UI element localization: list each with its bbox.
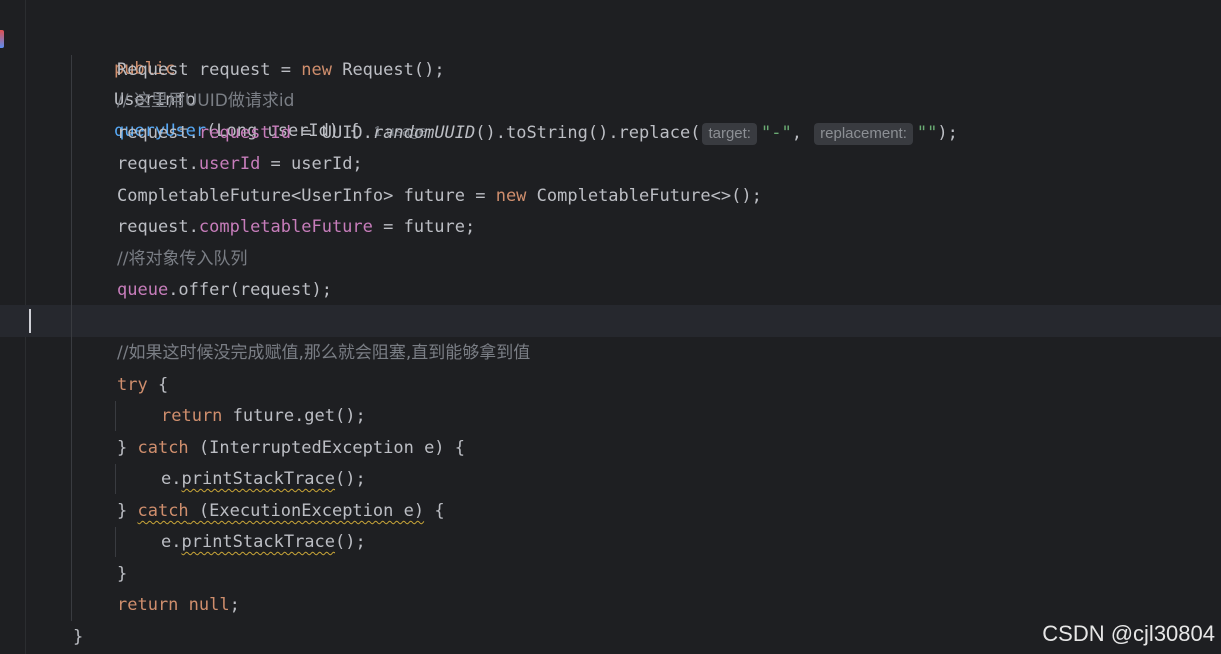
- closing-brace[interactable]: }: [73, 622, 83, 653]
- indent-guide: [71, 55, 72, 621]
- code-text: }: [117, 501, 138, 521]
- keyword-catch: catch: [137, 438, 189, 458]
- code-text: Request();: [342, 60, 445, 80]
- keyword-return: return: [161, 406, 223, 426]
- keyword-new: new: [495, 186, 527, 206]
- code-line[interactable]: request.requestId = UUID.randomUUID().to…: [117, 118, 958, 149]
- code-text: CompletableFuture<UserInfo> future =: [117, 186, 496, 206]
- code-line[interactable]: } catch (InterruptedException e) {: [117, 433, 465, 464]
- code-editor[interactable]: public UserInfo queryUser(Long userId) {…: [0, 0, 1221, 654]
- code-line[interactable]: } catch (ExecutionException e) {: [117, 496, 445, 527]
- field-user-id: userId: [198, 154, 261, 174]
- keyword-try: try: [117, 375, 148, 395]
- code-line[interactable]: CompletableFuture<UserInfo> future = new…: [117, 181, 762, 212]
- parameter-hint-replacement: replacement:: [814, 123, 913, 145]
- code-line[interactable]: request.userId = userId;: [117, 149, 363, 180]
- code-comment[interactable]: //如果这时候没完成赋值,那么就会阻塞,直到能够拿到值: [117, 338, 530, 369]
- code-text: e.: [161, 469, 182, 489]
- watermark-text: CSDN @cjl30804: [1042, 621, 1215, 646]
- field-queue: queue: [117, 280, 169, 300]
- code-line[interactable]: e.printStackTrace();: [161, 464, 366, 495]
- indent-guide: [115, 464, 116, 494]
- warning-print-stack-trace[interactable]: printStackTrace: [181, 532, 335, 552]
- static-method-call: randomUUID: [372, 123, 476, 143]
- code-text: ().toString().replace(: [475, 123, 701, 143]
- code-line[interactable]: return null;: [117, 590, 240, 621]
- code-text: Request request =: [117, 60, 302, 80]
- code-text: request.: [117, 217, 199, 237]
- string-literal: "": [916, 123, 938, 143]
- code-text: }: [117, 438, 138, 458]
- current-line-highlight: [0, 305, 1221, 337]
- override-gutter-icon[interactable]: [0, 30, 4, 48]
- code-comment[interactable]: //将对象传入队列: [117, 244, 247, 275]
- code-text: ;: [229, 595, 240, 615]
- code-text: ,: [791, 123, 813, 143]
- keyword-catch: catch: [137, 501, 189, 521]
- code-text: {: [147, 375, 169, 395]
- field-request-id: requestId: [198, 123, 292, 143]
- keyword-new: new: [301, 60, 332, 80]
- code-line-method-signature[interactable]: public UserInfo queryUser(Long userId) {…: [73, 23, 427, 141]
- code-comment[interactable]: // 这里用UUID做请求id: [117, 86, 294, 117]
- code-text: );: [937, 123, 958, 143]
- parameter-hint-target: target:: [702, 123, 757, 145]
- keyword-return: return: [117, 595, 179, 615]
- code-text: (InterruptedException e) {: [188, 438, 466, 458]
- code-text: e.: [161, 532, 182, 552]
- string-literal: "-": [760, 123, 792, 143]
- code-line[interactable]: try {: [117, 370, 168, 401]
- code-text: (ExecutionException e): [188, 501, 425, 521]
- closing-brace[interactable]: }: [117, 559, 127, 590]
- code-text: = future;: [372, 217, 476, 237]
- code-text: = userId;: [260, 154, 363, 174]
- keyword-null: null: [188, 595, 230, 615]
- code-line[interactable]: return future.get();: [161, 401, 366, 432]
- code-line[interactable]: queue.offer(request);: [117, 275, 332, 306]
- code-text: request.: [117, 123, 199, 143]
- indent-guide: [115, 401, 116, 431]
- code-text: future.get();: [222, 406, 366, 426]
- code-line[interactable]: Request request = new Request();: [117, 55, 445, 86]
- indent-guide: [115, 527, 116, 557]
- code-text: = UUID.: [291, 123, 373, 143]
- code-text: CompletableFuture<>();: [526, 186, 762, 206]
- warning-catch-clause[interactable]: catch (ExecutionException e): [137, 501, 424, 521]
- code-text: {: [424, 501, 445, 521]
- code-line[interactable]: e.printStackTrace();: [161, 527, 366, 558]
- code-line[interactable]: request.completableFuture = future;: [117, 212, 475, 243]
- code-text: request.: [117, 154, 199, 174]
- code-text: ();: [335, 532, 366, 552]
- code-text: .offer(request);: [168, 280, 332, 300]
- warning-print-stack-trace[interactable]: printStackTrace: [181, 469, 335, 489]
- code-text: ();: [335, 469, 366, 489]
- text-caret: [29, 309, 31, 333]
- field-completable-future: completableFuture: [198, 217, 373, 237]
